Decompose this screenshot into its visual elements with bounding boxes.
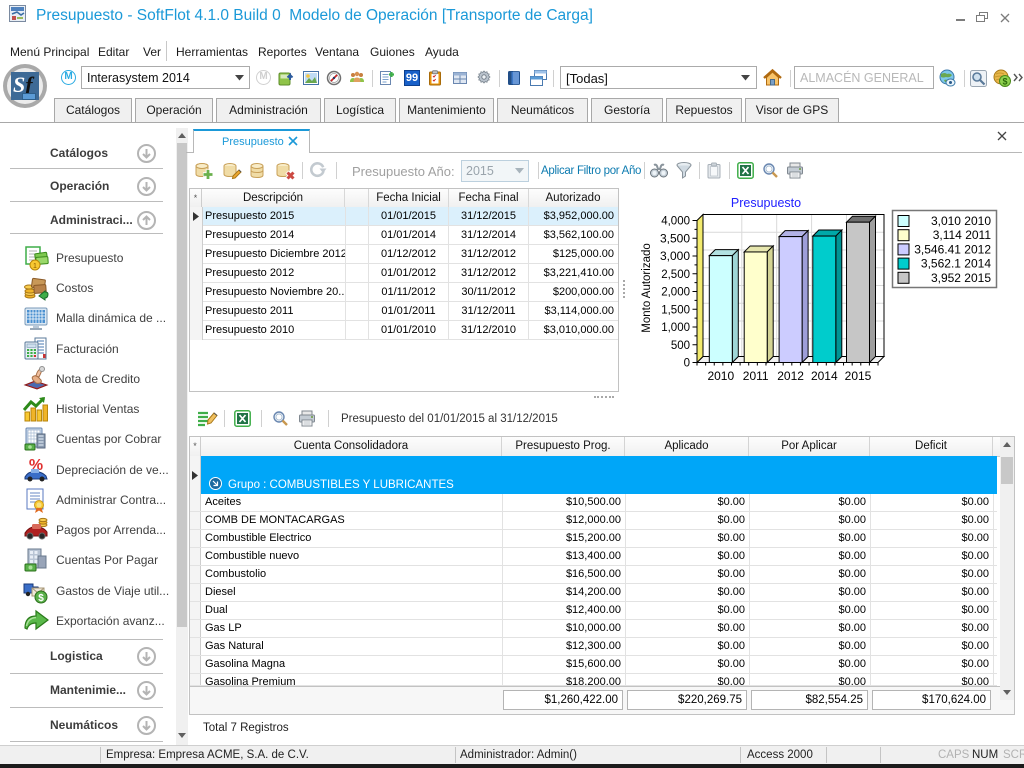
svg-text:$: $ [38, 593, 44, 604]
svg-text:$: $ [1002, 77, 1007, 87]
svg-text:2011: 2011 [743, 369, 769, 383]
svg-text:2015: 2015 [845, 369, 872, 383]
svg-text:500: 500 [671, 340, 690, 352]
svg-text:1: 1 [33, 263, 37, 270]
svg-text:2,000: 2,000 [661, 287, 690, 299]
svg-text:Presupuesto: Presupuesto [731, 196, 801, 210]
svg-text:3,500: 3,500 [660, 231, 690, 245]
svg-text:3,000: 3,000 [660, 249, 690, 263]
svg-text:4,000: 4,000 [661, 216, 690, 228]
svg-text:2014: 2014 [811, 369, 838, 383]
svg-text:3,010 2010: 3,010 2010 [931, 214, 991, 228]
svg-text:3,562.1 2014: 3,562.1 2014 [921, 257, 991, 271]
svg-text:1,000: 1,000 [661, 322, 690, 334]
svg-text:1,500: 1,500 [661, 304, 690, 316]
svg-text:3,114 2011: 3,114 2011 [933, 228, 992, 242]
svg-text:2012: 2012 [777, 369, 804, 383]
svg-text:2010: 2010 [707, 369, 734, 383]
svg-text:2,500: 2,500 [661, 269, 690, 281]
svg-text:3,952 2015: 3,952 2015 [931, 271, 991, 285]
svg-text:Monto Autorizado: Monto Autorizado [641, 243, 653, 333]
svg-text:0: 0 [684, 358, 690, 370]
svg-text:3,546.41 2012: 3,546.41 2012 [914, 242, 991, 256]
